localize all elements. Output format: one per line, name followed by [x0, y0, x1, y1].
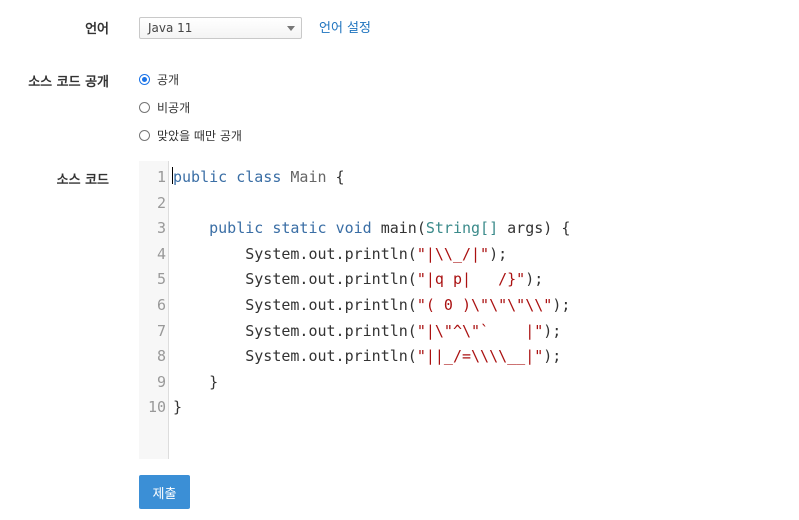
code-text: } [173, 369, 218, 395]
language-select[interactable]: Java 11 [139, 17, 302, 39]
submit-button[interactable]: 제출 [139, 475, 190, 509]
line-number: 5 [156, 270, 166, 289]
line-number: 4 [156, 244, 166, 263]
code-token: Main [290, 168, 327, 186]
code-token: System.out.println( [173, 321, 417, 340]
visibility-option-label: 공개 [157, 72, 180, 87]
code-token: public [209, 219, 264, 238]
code-token: ); [543, 347, 562, 366]
line-number: 8 [156, 347, 166, 366]
code-token: "||_/=\\\\__|" [416, 347, 544, 366]
radio-button[interactable] [139, 129, 150, 141]
code-token: "|q p| /}" [416, 270, 526, 289]
code-token: "( 0 )\"\"\"\\" [416, 296, 553, 314]
code-text: System.out.println("|\\_/|"); [173, 241, 507, 267]
code-text: System.out.println("||_/=\\\\__|"); [173, 343, 561, 369]
code-token: ); [489, 244, 508, 263]
code-token: } [173, 398, 183, 417]
code-token: ); [525, 270, 544, 289]
code-text: System.out.println("( 0 )\"\"\"\\"); [173, 292, 570, 318]
code-editor[interactable]: 1 public class Main {2 3 public static voi… [139, 161, 639, 459]
radio-button[interactable] [139, 101, 150, 113]
line-number: 9 [156, 372, 166, 391]
code-token: { [326, 168, 345, 186]
code-token: static [272, 219, 327, 238]
code-token: System.out.println( [173, 270, 417, 289]
code-text: System.out.println("|\"^\"` |"); [173, 318, 561, 344]
line-number: 6 [156, 296, 166, 314]
code-text: public static void main(String[] args) { [173, 215, 570, 241]
visibility-option[interactable]: 비공개 [139, 99, 190, 115]
code-token: args) { [498, 219, 571, 238]
code-text: System.out.println("|q p| /}"); [173, 266, 543, 292]
visibility-option[interactable]: 공개 [139, 71, 179, 87]
code-token: void [335, 219, 372, 238]
chevron-down-icon [287, 26, 295, 31]
code-token: "|\"^\"` |" [416, 321, 544, 340]
code-token: class [236, 168, 282, 186]
visibility-option[interactable]: 맞았을 때만 공개 [139, 127, 242, 143]
line-number: 10 [147, 398, 166, 417]
visibility-option-label: 비공개 [157, 100, 191, 115]
language-select-value: Java 11 [148, 21, 193, 35]
code-text: public class Main { [173, 164, 345, 190]
radio-button[interactable] [139, 73, 150, 85]
code-token: main( [371, 219, 426, 238]
visibility-label: 소스 코드 공개 [28, 75, 109, 90]
visibility-option-label: 맞았을 때만 공개 [157, 128, 242, 143]
code-token: "|\\_/|" [416, 244, 490, 263]
code-token: public [173, 168, 228, 186]
code-text: } [173, 394, 182, 420]
code-token: ); [543, 321, 562, 340]
code-token: } [173, 372, 219, 391]
language-settings-link[interactable]: 언어 설정 [319, 17, 371, 36]
code-token: System.out.println( [173, 347, 417, 366]
language-label: 언어 [85, 22, 109, 37]
line-number: 7 [156, 321, 166, 340]
code-token: System.out.println( [173, 244, 417, 263]
source-label: 소스 코드 [56, 173, 109, 188]
code-token: System.out.println( [173, 296, 417, 314]
code-token: ); [552, 296, 571, 314]
line-number: 2 [156, 193, 166, 212]
code-token: String[] [425, 219, 499, 238]
line-number: 1 [156, 168, 166, 186]
line-number: 3 [156, 219, 166, 238]
